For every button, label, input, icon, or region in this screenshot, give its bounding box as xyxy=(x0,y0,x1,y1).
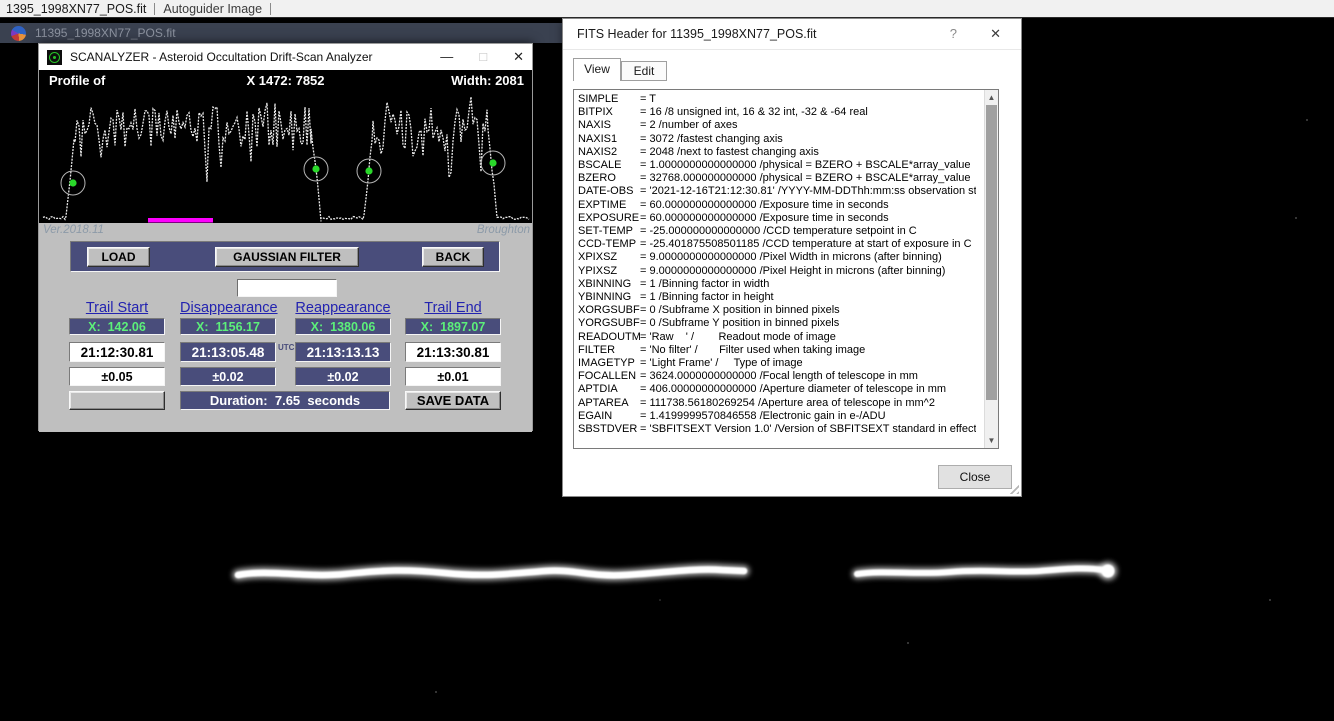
event-markers xyxy=(61,151,505,195)
blank-button[interactable] xyxy=(69,391,165,410)
star-trail-2 xyxy=(857,562,1117,580)
trail-end-x-value: X: 1897.07 xyxy=(405,318,501,335)
maxim-image-icon xyxy=(11,26,26,41)
fits-keyword-row[interactable]: SET-TEMP= -25.000000000000000 /CCD tempe… xyxy=(578,225,976,238)
disappearance-time: 21:13:05.48 xyxy=(180,342,276,362)
screen: 1395_1998XN77_POS.fit Autoguider Image 1… xyxy=(0,0,1334,721)
trail-end-header: Trail End xyxy=(405,300,501,316)
trail-end-uncertainty: ±0.01 xyxy=(405,367,501,386)
fits-keyword-row[interactable]: BZERO= 32768.000000000000 /physical = BZ… xyxy=(578,172,976,185)
fits-keyword-row[interactable]: XORGSUBF= 0 /Subframe X position in binn… xyxy=(578,304,976,317)
document-tab-strip: 1395_1998XN77_POS.fit Autoguider Image xyxy=(0,0,1334,18)
scanalyzer-titlebar[interactable]: SCANALYZER - Asteroid Occultation Drift-… xyxy=(39,44,532,70)
fits-keyword-row[interactable]: FILTER= 'No filter' / Filter used when t… xyxy=(578,344,976,357)
scanalyzer-app-icon xyxy=(47,50,62,65)
fits-keyword-row[interactable]: SBSTDVER= 'SBFITSEXT Version 1.0' /Versi… xyxy=(578,423,976,436)
help-icon[interactable]: ? xyxy=(950,26,957,41)
tab-edit[interactable]: Edit xyxy=(621,61,667,81)
fits-keyword-list[interactable]: SIMPLE= TBITPIX= 16 /8 unsigned int, 16 … xyxy=(573,89,999,449)
scanalyzer-window: SCANALYZER - Asteroid Occultation Drift-… xyxy=(38,43,533,431)
reappearance-uncertainty: ±0.02 xyxy=(295,367,391,386)
trail-start-header: Trail Start xyxy=(69,300,165,316)
trail-start-time: 21:12:30.81 xyxy=(69,342,165,362)
trail-start-uncertainty: ±0.05 xyxy=(69,367,165,386)
tab-view[interactable]: View xyxy=(573,58,621,81)
fits-keyword-row[interactable]: FOCALLEN= 3624.0000000000000 /Focal leng… xyxy=(578,370,976,383)
fits-keyword-row[interactable]: READOUTM= 'Raw ' / Readout mode of image xyxy=(578,331,976,344)
scanalyzer-window-title: SCANALYZER - Asteroid Occultation Drift-… xyxy=(70,50,373,64)
close-button[interactable]: Close xyxy=(938,465,1012,489)
scroll-down-icon[interactable]: ▼ xyxy=(985,433,998,448)
fits-keyword-row[interactable]: CCD-TEMP= -25.401875508501185 /CCD tempe… xyxy=(578,238,976,251)
close-icon[interactable]: ✕ xyxy=(990,26,1001,42)
disappearance-header: Disappearance xyxy=(180,300,276,316)
trail-start-column: Trail Start X: 142.06 21:12:30.81 ±0.05 xyxy=(69,238,165,432)
intensity-profile-trace[interactable] xyxy=(39,89,532,223)
version-label: Ver.2018.11 xyxy=(43,224,104,236)
control-panel: LOAD GAUSSIAN FILTER BACK Trail Start X:… xyxy=(39,238,532,432)
fits-keyword-row[interactable]: EXPOSURE= 60.000000000000000 /Exposure t… xyxy=(578,212,976,225)
fits-keyword-row[interactable]: XBINNING= 1 /Binning factor in width xyxy=(578,278,976,291)
duration-readout: Duration: 7.65 seconds xyxy=(180,391,390,410)
disappearance-x-value: X: 1156.17 xyxy=(180,318,276,335)
reappearance-time: 21:13:13.13 xyxy=(295,342,391,362)
fits-window-title: FITS Header for 11395_1998XN77_POS.fit xyxy=(577,27,817,41)
fits-keyword-row[interactable]: YPIXSZ= 9.0000000000000000 /Pixel Height… xyxy=(578,265,976,278)
trail-start-x-value: X: 142.06 xyxy=(69,318,165,335)
fits-keyword-row[interactable]: YORGSUBF= 0 /Subframe Y position in binn… xyxy=(578,317,976,330)
author-label: Broughton xyxy=(477,224,530,236)
fits-keyword-row[interactable]: APTAREA= 111738.56180269254 /Aperture ar… xyxy=(578,397,976,410)
fits-keyword-row[interactable]: XPIXSZ= 9.0000000000000000 /Pixel Width … xyxy=(578,251,976,264)
tab-separator xyxy=(154,3,155,15)
fits-header-window: FITS Header for 11395_1998XN77_POS.fit ?… xyxy=(562,18,1022,497)
close-icon[interactable]: ✕ xyxy=(513,44,524,70)
fits-keyword-row[interactable]: NAXIS1= 3072 /fastest changing axis xyxy=(578,133,976,146)
fits-keyword-row[interactable]: YBINNING= 1 /Binning factor in height xyxy=(578,291,976,304)
fits-keyword-row[interactable]: EGAIN= 1.4199999570846558 /Electronic ga… xyxy=(578,410,976,423)
fits-titlebar[interactable]: FITS Header for 11395_1998XN77_POS.fit ?… xyxy=(563,19,1021,50)
scrollbar-thumb[interactable] xyxy=(986,105,997,400)
status-strip: Ver.2018.11 Broughton xyxy=(39,223,532,238)
tab-image-file[interactable]: 1395_1998XN77_POS.fit xyxy=(0,2,152,16)
minimize-icon[interactable]: — xyxy=(440,44,453,70)
reappearance-x-value: X: 1380.06 xyxy=(295,318,391,335)
width-readout: Width: 2081 xyxy=(451,73,524,88)
star-trail-1 xyxy=(238,570,744,576)
fits-keyword-row[interactable]: APTDIA= 406.00000000000000 /Aperture dia… xyxy=(578,383,976,396)
trail-end-column: Trail End X: 1897.07 21:13:30.81 ±0.01 S… xyxy=(405,238,501,432)
save-data-button[interactable]: SAVE DATA xyxy=(405,391,501,410)
scroll-up-icon[interactable]: ▲ xyxy=(985,90,998,105)
tab-separator xyxy=(270,3,271,15)
profile-plot-area: Profile of X 1472: 7852 Width: 2081 xyxy=(39,70,532,223)
fits-keyword-row[interactable]: NAXIS= 2 /number of axes xyxy=(578,119,976,132)
selection-marker-bar xyxy=(148,218,213,223)
disappearance-uncertainty: ±0.02 xyxy=(180,367,276,386)
trail-end-time: 21:13:30.81 xyxy=(405,342,501,362)
reappearance-header: Reappearance xyxy=(295,300,391,316)
fits-keyword-row[interactable]: SIMPLE= T xyxy=(578,93,976,106)
fits-keyword-row[interactable]: IMAGETYP= 'Light Frame' / Type of image xyxy=(578,357,976,370)
utc-label: UTC xyxy=(278,343,294,352)
maximize-icon[interactable]: □ xyxy=(479,44,487,70)
fits-keyword-row[interactable]: BITPIX= 16 /8 unsigned int, 16 & 32 int,… xyxy=(578,106,976,119)
fits-keyword-row[interactable]: NAXIS2= 2048 /next to fastest changing a… xyxy=(578,146,976,159)
tab-autoguider-image[interactable]: Autoguider Image xyxy=(157,2,268,16)
fits-keyword-row[interactable]: DATE-OBS= '2021-12-16T21:12:30.81' /YYYY… xyxy=(578,185,976,198)
image-window-titlebar[interactable]: 11395_1998XN77_POS.fit xyxy=(0,23,562,43)
fits-keyword-row[interactable]: EXPTIME= 60.000000000000000 /Exposure ti… xyxy=(578,199,976,212)
scrollbar[interactable]: ▲ ▼ xyxy=(984,90,998,448)
image-window-title: 11395_1998XN77_POS.fit xyxy=(35,26,176,40)
fits-keyword-row[interactable]: BSCALE= 1.0000000000000000 /physical = B… xyxy=(578,159,976,172)
